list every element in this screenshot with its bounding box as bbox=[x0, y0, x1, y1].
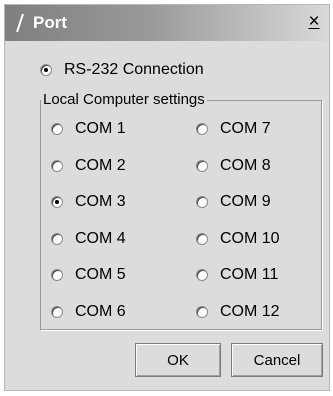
radio-com8[interactable]: COM 8 bbox=[196, 157, 271, 175]
radio-indicator bbox=[51, 233, 63, 245]
radio-label-com12: COM 12 bbox=[220, 303, 280, 320]
group-label: Local Computer settings bbox=[41, 91, 207, 108]
port-dialog: Port × RS-232 Connection Local Computer … bbox=[4, 4, 330, 391]
radio-label-com3: COM 3 bbox=[75, 193, 126, 210]
radio-label-com2: COM 2 bbox=[75, 157, 126, 174]
close-button[interactable]: × bbox=[305, 12, 323, 32]
radio-label-com5: COM 5 bbox=[75, 266, 126, 283]
radio-indicator bbox=[196, 233, 208, 245]
title-bar[interactable]: Port × bbox=[5, 5, 329, 41]
rs232-radio[interactable]: RS-232 Connection bbox=[40, 61, 204, 79]
radio-indicator bbox=[196, 160, 208, 172]
radio-indicator bbox=[196, 269, 208, 281]
radio-label-com10: COM 10 bbox=[220, 230, 280, 247]
rs232-label: RS-232 Connection bbox=[64, 61, 204, 78]
radio-com6[interactable]: COM 6 bbox=[51, 303, 126, 321]
radio-com3[interactable]: COM 3 bbox=[51, 193, 126, 211]
radio-indicator bbox=[51, 269, 63, 281]
radio-label-com6: COM 6 bbox=[75, 303, 126, 320]
radio-indicator bbox=[51, 306, 63, 318]
radio-com12[interactable]: COM 12 bbox=[196, 303, 280, 321]
radio-indicator bbox=[196, 306, 208, 318]
radio-com11[interactable]: COM 11 bbox=[196, 266, 278, 284]
dialog-title: Port bbox=[33, 13, 67, 32]
radio-label-com9: COM 9 bbox=[220, 193, 271, 210]
radio-indicator bbox=[51, 160, 63, 172]
radio-indicator bbox=[51, 196, 63, 208]
radio-indicator bbox=[196, 196, 208, 208]
radio-com9[interactable]: COM 9 bbox=[196, 193, 271, 211]
radio-com2[interactable]: COM 2 bbox=[51, 157, 126, 175]
radio-com7[interactable]: COM 7 bbox=[196, 120, 271, 138]
radio-label-com8: COM 8 bbox=[220, 157, 271, 174]
radio-label-com4: COM 4 bbox=[75, 230, 126, 247]
radio-label-com7: COM 7 bbox=[220, 120, 271, 137]
radio-com1[interactable]: COM 1 bbox=[51, 120, 126, 138]
radio-com10[interactable]: COM 10 bbox=[196, 230, 280, 248]
radio-com4[interactable]: COM 4 bbox=[51, 230, 126, 248]
cancel-button[interactable]: Cancel bbox=[231, 343, 323, 377]
radio-label-com1: COM 1 bbox=[75, 120, 126, 137]
radio-com5[interactable]: COM 5 bbox=[51, 266, 126, 284]
ok-button[interactable]: OK bbox=[135, 343, 221, 377]
radio-indicator bbox=[51, 123, 63, 135]
radio-label-com11: COM 11 bbox=[220, 266, 279, 283]
radio-indicator bbox=[196, 123, 208, 135]
radio-indicator bbox=[40, 64, 52, 76]
port-icon bbox=[16, 13, 24, 33]
